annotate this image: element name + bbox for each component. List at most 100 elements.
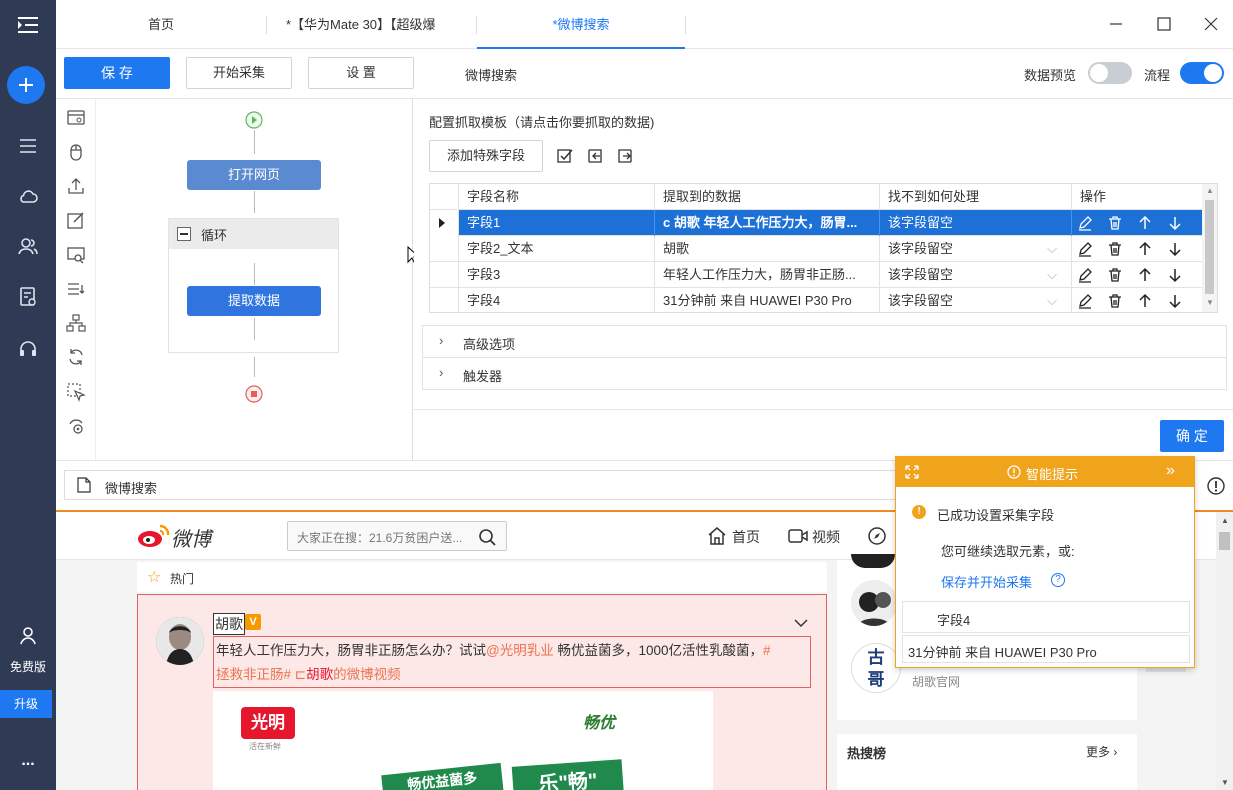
row-fallback[interactable]: 该字段留空 ⌵ [880,236,1072,262]
post-image[interactable]: 光明 活在新鲜 畅优 畅优益菌多 乐"畅" [213,691,713,790]
select-all-icon[interactable] [556,147,574,165]
edit-icon[interactable] [1077,293,1093,309]
tab-weibo-search[interactable]: *微博搜索 [477,0,685,49]
row-field-name[interactable]: 字段1 [459,210,655,236]
table-row[interactable]: 字段2_文本 胡歌 该字段留空 ⌵ [430,236,1202,262]
add-special-field-button[interactable]: 添加特殊字段 [429,140,543,172]
user-name[interactable]: 胡歌 [213,613,245,635]
close-icon[interactable] [1203,16,1219,32]
open-page-tool-icon[interactable] [66,108,86,128]
scroll-down-icon[interactable]: ▼ [1206,298,1214,307]
video-link-icon[interactable]: ⊏ [291,667,306,682]
save-button[interactable]: 保 存 [64,57,170,89]
headset-icon[interactable] [14,334,42,362]
collapse-right-icon[interactable]: » [1166,462,1175,480]
flow-step-open-page[interactable]: 打开网页 [187,160,321,190]
tab-home[interactable]: 首页 [56,0,266,49]
delete-icon[interactable] [1107,267,1123,283]
chevron-down-icon[interactable]: ⌵ [1047,288,1057,312]
move-down-icon[interactable] [1167,267,1183,283]
info-icon[interactable] [1206,476,1226,496]
settings-button[interactable]: 设 置 [308,57,414,89]
scroll-down-icon[interactable]: ▼ [1221,778,1229,787]
post-hashtag-link[interactable]: # [763,643,771,658]
weibo-post-card[interactable]: 胡歌 V 年轻人工作压力大，肠胃非正肠怎么办？试试@光明乳业 畅优益菌多，100… [137,594,827,790]
post-mention-link[interactable]: @光明乳业 [486,643,554,658]
save-and-start-link[interactable]: 保存并开始采集 [941,572,1032,591]
scroll-tool-icon[interactable] [66,416,86,436]
loop-tool-icon[interactable] [66,347,86,367]
side-account-name[interactable]: 胡歌官网 [912,673,960,690]
search-icon[interactable] [478,528,496,546]
help-icon[interactable]: ? [1051,573,1065,587]
add-task-button[interactable] [7,66,45,104]
minimize-icon[interactable] [1108,16,1124,32]
list-icon[interactable] [14,132,42,160]
scroll-thumb[interactable] [1219,532,1230,550]
move-down-icon[interactable] [1167,215,1183,231]
flow-step-extract-data[interactable]: 提取数据 [187,286,321,316]
avatar[interactable] [156,617,204,665]
row-extracted-data[interactable]: 年轻人工作压力大，肠胃非正肠... [655,262,880,288]
scroll-up-icon[interactable]: ▲ [1221,516,1229,525]
browser-scrollbar[interactable]: ▲ ▼ [1216,512,1233,790]
export-icon[interactable] [616,147,634,165]
nav-video[interactable]: 视频 [812,527,840,547]
more-menu-icon[interactable]: ... [0,752,56,770]
avatar[interactable] [851,580,897,626]
post-hashtag-link[interactable]: 拯救非正肠# [216,667,291,682]
row-field-name[interactable]: 字段3 [459,262,655,288]
table-scrollbar[interactable]: ▲ ▼ [1202,184,1217,312]
avatar[interactable] [851,554,895,568]
post-text[interactable]: 年轻人工作压力大，肠胃非正肠怎么办？试试@光明乳业 畅优益菌多，1000亿活性乳… [213,636,811,688]
scroll-thumb[interactable] [1205,200,1214,294]
upload-tool-icon[interactable] [66,176,86,196]
move-up-icon[interactable] [1137,241,1153,257]
delete-icon[interactable] [1107,293,1123,309]
video-user-link[interactable]: 胡歌 [306,667,333,682]
hu-ge-official-logo-icon[interactable]: 古哥 [851,643,901,693]
table-row[interactable]: 字段1 c 胡歌 年轻人工作压力大，肠胃... 该字段留空 [430,210,1202,236]
select-list-tool-icon[interactable] [66,279,86,299]
flow-toggle[interactable] [1180,62,1224,84]
move-up-icon[interactable] [1137,293,1153,309]
cloud-icon[interactable] [14,182,42,210]
row-fallback[interactable]: 该字段留空 [880,210,1072,236]
confirm-button[interactable]: 确 定 [1160,420,1224,452]
expand-icon[interactable] [905,465,919,479]
trigger-section[interactable]: › 触发器 [422,357,1227,390]
chevron-down-icon[interactable]: ⌵ [1047,236,1057,262]
edit-icon[interactable] [1077,215,1093,231]
import-icon[interactable] [586,147,604,165]
url-field[interactable]: 微博搜索 [64,470,904,500]
star-icon[interactable]: ☆ [147,567,161,587]
weibo-logo-icon[interactable] [136,521,172,549]
move-down-icon[interactable] [1167,241,1183,257]
data-preview-toggle[interactable] [1088,62,1132,84]
hot-label[interactable]: 热门 [170,570,194,587]
video-link-text[interactable]: 的微博视频 [333,667,401,682]
delete-icon[interactable] [1107,241,1123,257]
video-icon[interactable] [788,526,808,546]
row-fallback[interactable]: 该字段留空 ⌵ [880,262,1072,288]
discover-icon[interactable] [867,526,887,546]
row-extracted-data[interactable]: 胡歌 [655,236,880,262]
upgrade-button[interactable]: 升级 [0,690,52,718]
move-up-icon[interactable] [1137,215,1153,231]
mouse-hover-tool-icon[interactable] [66,382,86,402]
chevron-down-icon[interactable]: ⌵ [1047,262,1057,288]
maximize-icon[interactable] [1156,16,1172,32]
table-row[interactable]: 字段3 年轻人工作压力大，肠胃非正肠... 该字段留空 ⌵ [430,262,1202,288]
row-fallback[interactable]: 该字段留空 ⌵ [880,288,1072,312]
users-icon[interactable] [14,232,42,260]
row-extracted-data[interactable]: 31分钟前 来自 HUAWEI P30 Pro [655,288,880,312]
verify-tool-icon[interactable] [66,245,86,265]
delete-icon[interactable] [1107,215,1123,231]
start-collect-button[interactable]: 开始采集 [186,57,292,89]
table-row[interactable]: 字段4 31分钟前 来自 HUAWEI P30 Pro 该字段留空 ⌵ [430,288,1202,312]
account-icon[interactable] [14,622,42,650]
input-tool-icon[interactable] [66,210,86,230]
move-up-icon[interactable] [1137,267,1153,283]
row-field-name[interactable]: 字段2_文本 [459,236,655,262]
branch-tool-icon[interactable] [66,313,86,333]
